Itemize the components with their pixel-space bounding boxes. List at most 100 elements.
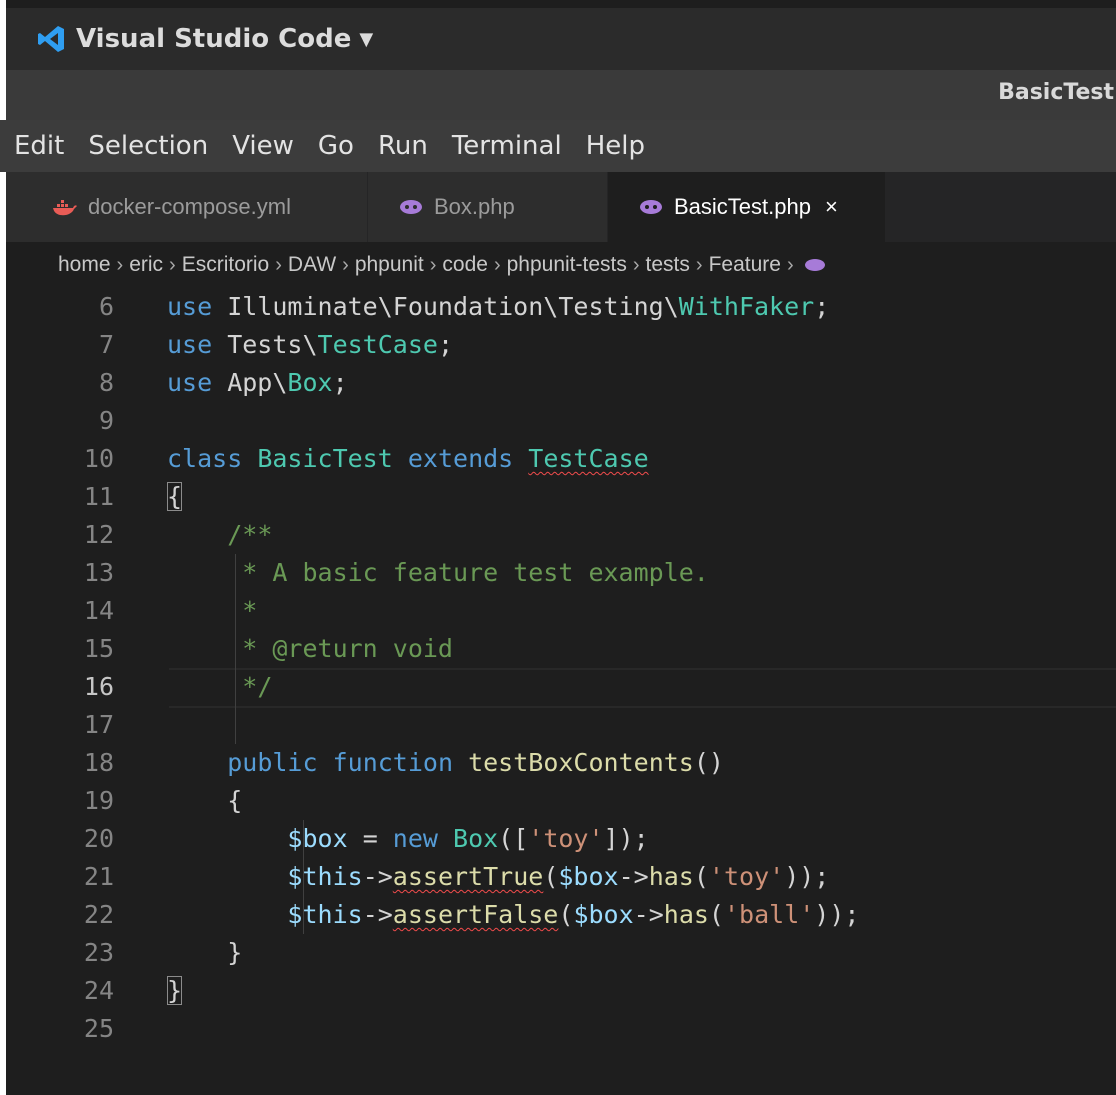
php-icon (640, 200, 662, 214)
code-text: class BasicTest extends TestCase (167, 444, 649, 473)
code-line[interactable]: 18 public function testBoxContents() (6, 744, 1116, 782)
code-line[interactable]: 20 $box = new Box(['toy']); (6, 820, 1116, 858)
menu-run[interactable]: Run (366, 120, 440, 172)
code-line[interactable]: 16 */ (6, 668, 1116, 706)
line-number: 9 (98, 406, 114, 435)
tab-docker-compose[interactable]: docker-compose.yml (6, 172, 368, 242)
code-text: * @return void (242, 634, 453, 663)
code-line[interactable]: 15 * @return void (6, 630, 1116, 668)
menu-help[interactable]: Help (574, 120, 657, 172)
code-line[interactable]: 12 /** (6, 516, 1116, 554)
code-text: */ (242, 672, 273, 701)
line-number: 15 (83, 634, 114, 663)
code-line[interactable]: 24} (6, 972, 1116, 1010)
line-number: 17 (83, 710, 114, 739)
code-line[interactable]: 11 { (6, 478, 1116, 516)
close-icon[interactable]: × (825, 194, 838, 220)
indent-guide (303, 820, 304, 934)
menu-terminal[interactable]: Terminal (440, 120, 574, 172)
code-text: use Tests\TestCase; (167, 330, 453, 359)
php-icon (804, 259, 825, 271)
code-line[interactable]: 25 (6, 1010, 1116, 1048)
code-line[interactable]: 14 * (6, 592, 1116, 630)
code-line[interactable]: 17 (6, 706, 1116, 744)
line-number: 19 (83, 786, 114, 815)
caret-down-icon: ▼ (359, 28, 374, 50)
chevron-right-icon: › (429, 253, 437, 276)
tab-box-php[interactable]: Box.php (368, 172, 608, 242)
vscode-icon (38, 26, 64, 52)
top-bar: Visual Studio Code ▼ (6, 8, 1116, 70)
line-number: 23 (83, 938, 114, 967)
code-text: public function testBoxContents() (227, 748, 724, 777)
chevron-right-icon: › (632, 253, 640, 276)
chevron-right-icon: › (786, 253, 794, 276)
code-text: /** (227, 520, 273, 549)
code-line[interactable]: 23 } (6, 934, 1116, 972)
chevron-right-icon: › (342, 253, 349, 276)
breadcrumb-item[interactable]: tests (646, 253, 690, 277)
app-name-label: Visual Studio Code (76, 24, 352, 54)
code-line[interactable]: 9 (6, 402, 1116, 440)
breadcrumb-item[interactable]: phpunit (355, 253, 424, 277)
chevron-right-icon: › (275, 253, 282, 276)
tab-label: BasicTest.php (674, 194, 811, 219)
menu-bar: Edit Selection View Go Run Terminal Help (0, 120, 1116, 172)
php-icon (400, 200, 422, 214)
line-number: 16 (83, 672, 114, 701)
line-number: 18 (83, 748, 114, 777)
breadcrumb-item[interactable]: DAW (288, 253, 336, 277)
breadcrumb-item[interactable]: Feature (709, 253, 781, 277)
code-line[interactable]: 7 use Tests\TestCase; (6, 326, 1116, 364)
tab-label: docker-compose.yml (88, 194, 291, 219)
code-line[interactable]: 21 $this->assertTrue($box->has('toy')); (6, 858, 1116, 896)
menu-edit[interactable]: Edit (0, 120, 76, 172)
code-line[interactable]: 19 { (6, 782, 1116, 820)
code-text: * (242, 596, 258, 625)
line-number: 10 (83, 444, 114, 473)
line-number: 8 (98, 368, 114, 397)
breadcrumb-item[interactable]: eric (129, 253, 163, 277)
code-text: use Illuminate\Foundation\Testing\WithFa… (167, 292, 830, 321)
line-number: 24 (83, 976, 114, 1005)
code-line[interactable]: 13 * A basic feature test example. (6, 554, 1116, 592)
code-text: * A basic feature test example. (242, 558, 709, 587)
line-number: 22 (83, 900, 114, 929)
code-line[interactable]: 10 class BasicTest extends TestCase (6, 440, 1116, 478)
menu-go[interactable]: Go (306, 120, 366, 172)
line-number: 7 (98, 330, 114, 359)
code-text: $box = new Box(['toy']); (287, 824, 649, 853)
chevron-right-icon: › (116, 253, 124, 276)
menu-selection[interactable]: Selection (76, 120, 220, 172)
menu-view[interactable]: View (220, 120, 306, 172)
code-text: { (167, 482, 183, 511)
code-editor[interactable]: 6 use Illuminate\Foundation\Testing\WithF… (6, 288, 1116, 1095)
breadcrumb-item[interactable]: phpunit-tests (507, 253, 627, 277)
code-text: } (167, 976, 183, 1005)
chevron-right-icon: › (695, 253, 703, 276)
line-number: 20 (83, 824, 114, 853)
line-number: 25 (83, 1014, 114, 1043)
breadcrumb-item[interactable]: code (442, 253, 488, 277)
breadcrumb-item[interactable]: home (58, 253, 111, 277)
code-line[interactable]: 8 use App\Box; (6, 364, 1116, 402)
tab-label: Box.php (434, 194, 515, 219)
line-number: 21 (83, 862, 114, 891)
window-title-bar: BasicTest (6, 70, 1116, 120)
breadcrumb-item[interactable]: Escritorio (182, 253, 270, 277)
editor-tabs: docker-compose.yml Box.php BasicTest.php… (6, 172, 1116, 242)
code-text: $this->assertTrue($box->has('toy')); (287, 862, 830, 891)
code-line[interactable]: 6 use Illuminate\Foundation\Testing\WithF… (6, 288, 1116, 326)
line-number: 13 (83, 558, 114, 587)
code-text: } (167, 938, 243, 967)
docker-icon (53, 200, 77, 216)
code-line[interactable]: 22 $this->assertFalse($box->has('ball'))… (6, 896, 1116, 934)
app-menu[interactable]: Visual Studio Code ▼ (36, 24, 373, 54)
line-number: 12 (83, 520, 114, 549)
chevron-right-icon: › (493, 253, 501, 276)
code-text: use App\Box; (167, 368, 348, 397)
line-number: 11 (83, 482, 114, 511)
tab-basictest-php[interactable]: BasicTest.php × (608, 172, 886, 242)
code-text: { (167, 786, 243, 815)
code-text: $this->assertFalse($box->has('ball')); (287, 900, 860, 929)
